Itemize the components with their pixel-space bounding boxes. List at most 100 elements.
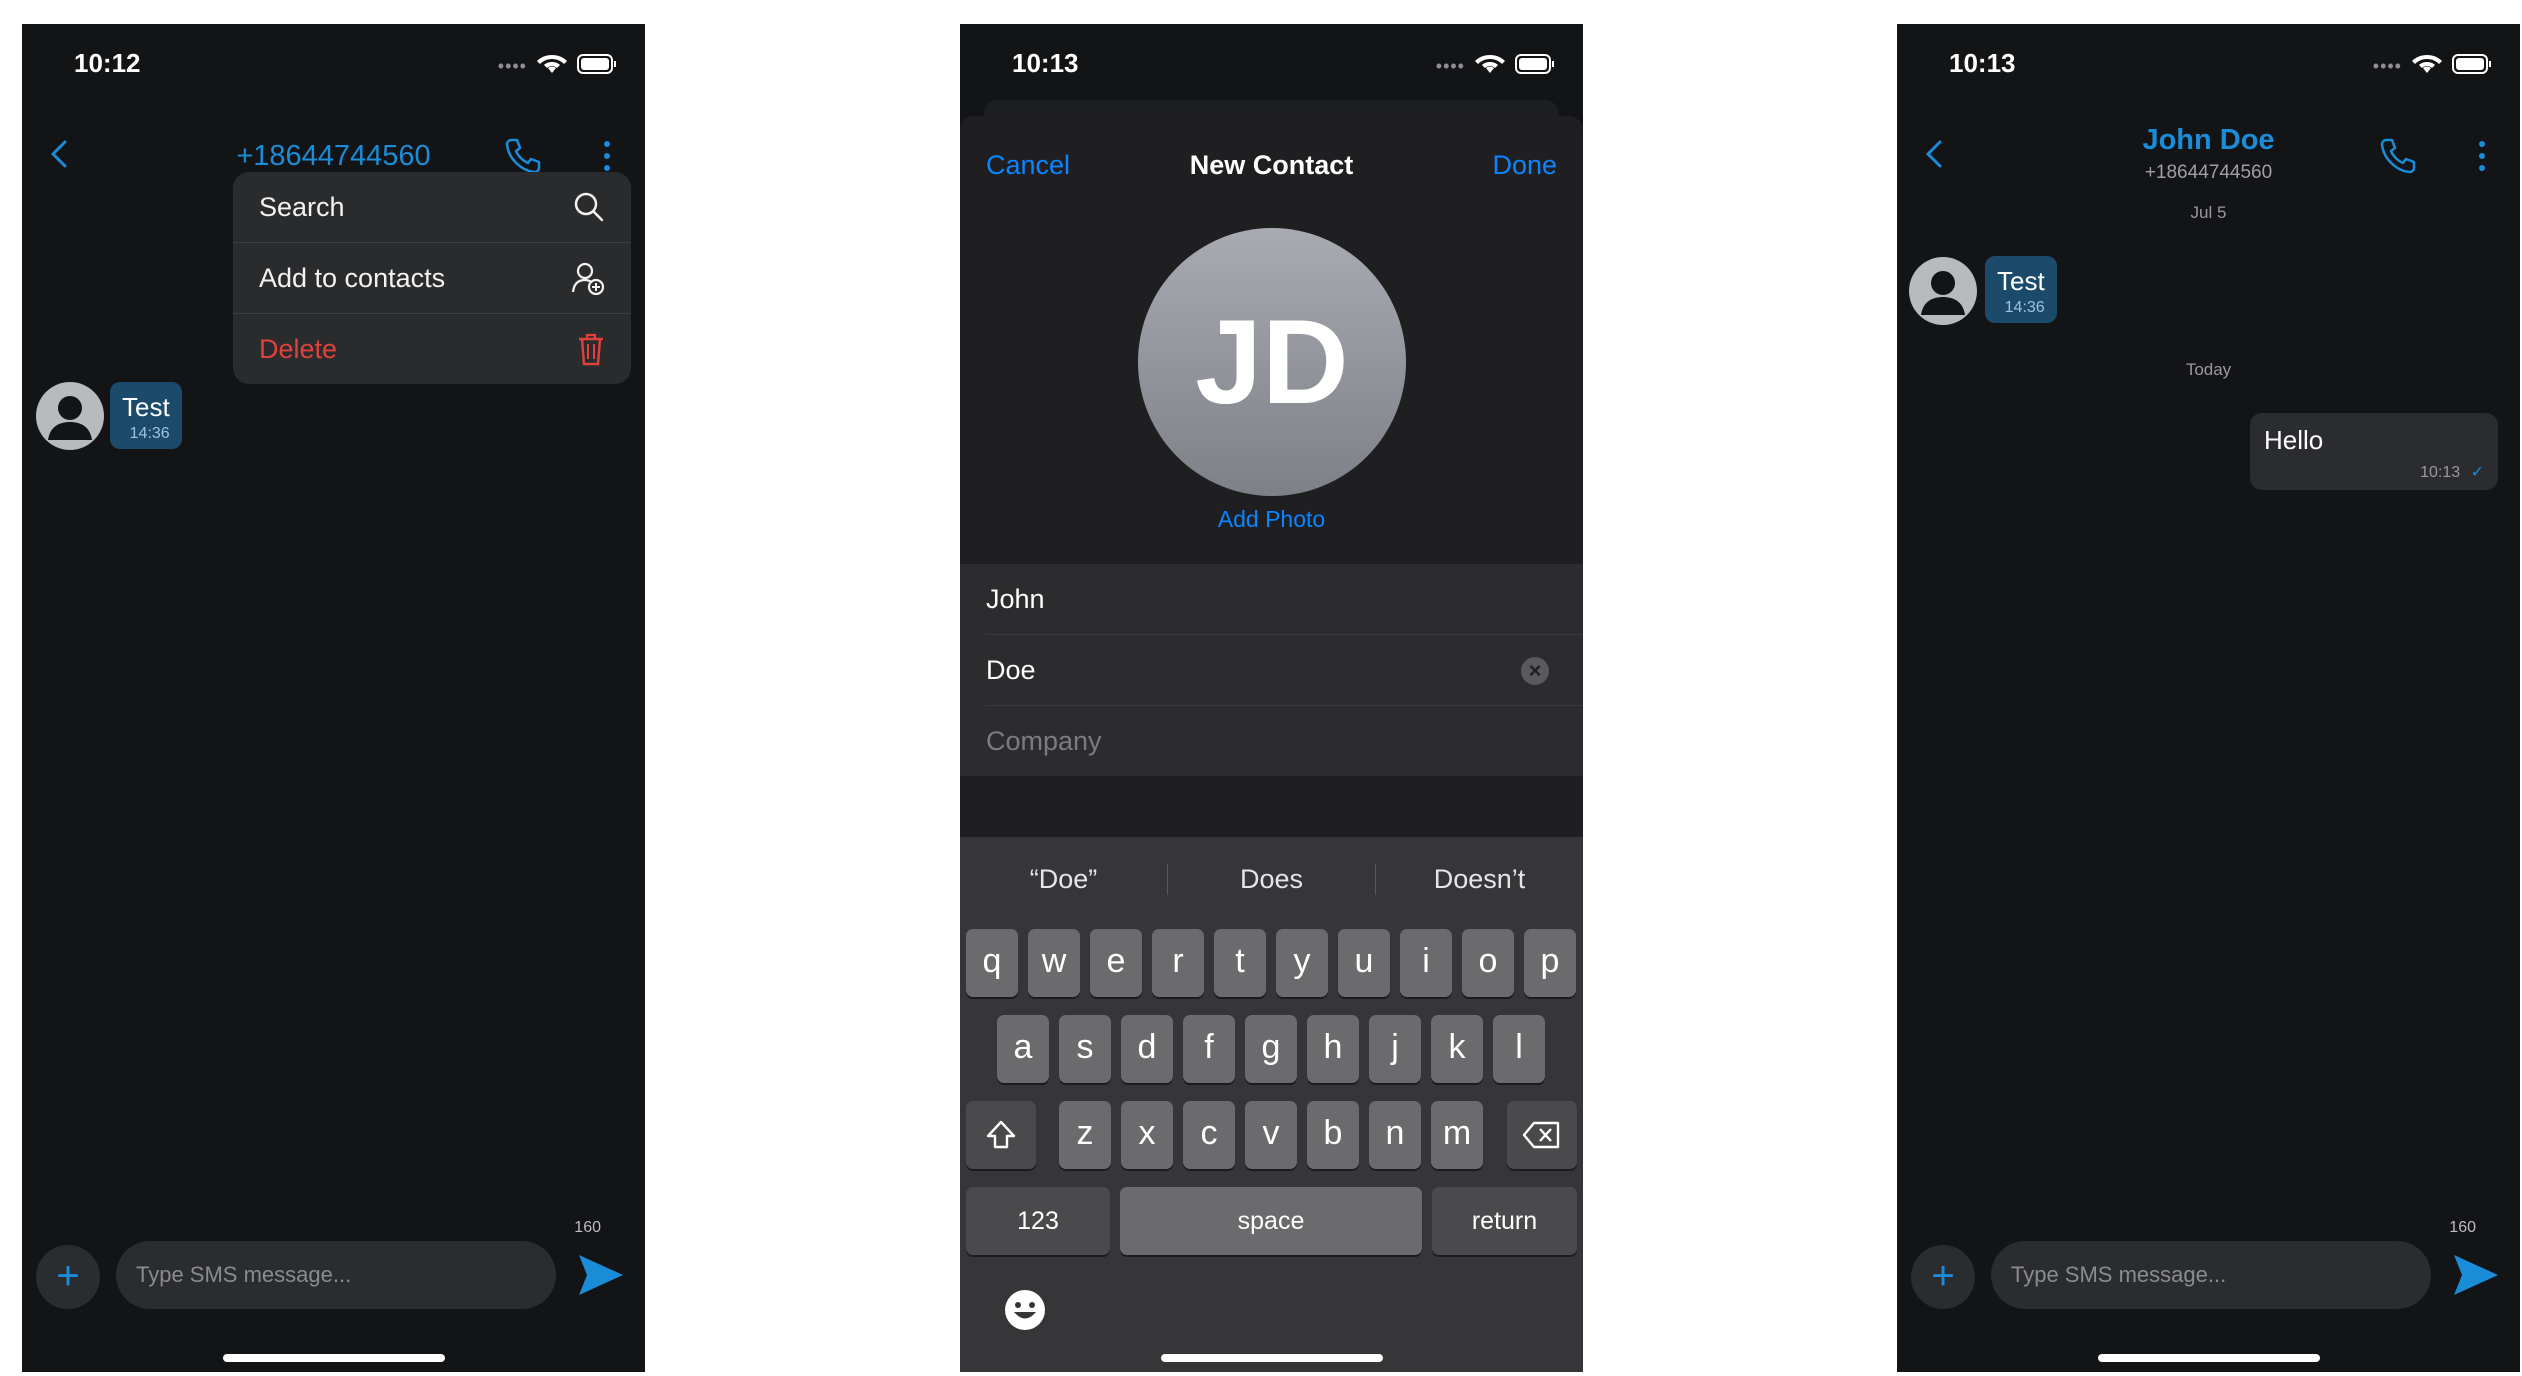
key-o[interactable]: o	[1462, 929, 1514, 997]
signal-icon: ••••	[497, 56, 527, 76]
header-phone-number: +18644744560	[2144, 162, 2273, 183]
company-field[interactable]: Company	[986, 706, 1583, 776]
key-c[interactable]: c	[1183, 1101, 1235, 1169]
menu-item-label: Add to contacts	[259, 262, 446, 293]
char-counter: 160	[574, 1219, 601, 1236]
delivered-check-icon: ✓	[2470, 464, 2484, 481]
menu-item-add-to-contacts[interactable]: Add to contacts	[233, 243, 631, 314]
key-b[interactable]: b	[1307, 1101, 1359, 1169]
screen-new-contact: 10:13 •••• Cancel New Contact Done JD Ad…	[960, 24, 1583, 1372]
add-person-icon	[571, 262, 605, 295]
char-counter: 160	[2449, 1219, 2476, 1236]
key-d[interactable]: d	[1121, 1015, 1173, 1083]
numbers-key[interactable]: 123	[966, 1187, 1110, 1255]
message-bubble[interactable]: Test 14:36	[1985, 256, 2057, 323]
page-title: New Contact	[1189, 150, 1354, 180]
key-r[interactable]: r	[1152, 929, 1204, 997]
phone-icon[interactable]	[2376, 134, 2420, 178]
message-bubble[interactable]: Test 14:36	[110, 382, 182, 449]
date-separator: Today	[2185, 360, 2232, 379]
status-time: 10:12	[74, 48, 141, 78]
status-bar: 10:12 ••••	[22, 24, 645, 104]
date-separator: Jul 5	[2190, 203, 2227, 222]
suggestion-bar: “Doe” Does Doesn’t	[960, 837, 1583, 921]
key-m[interactable]: m	[1431, 1101, 1483, 1169]
menu-item-search[interactable]: Search	[233, 172, 631, 243]
chat-header: John Doe +18644744560	[1897, 104, 2520, 214]
avatar	[1909, 257, 1977, 325]
emoji-icon[interactable]	[1002, 1287, 1048, 1333]
shift-key[interactable]	[966, 1101, 1036, 1169]
avatar	[36, 382, 104, 450]
screen-conversation-menu: 10:12 •••• +18644744560 Test 14:36 Searc…	[22, 24, 645, 1372]
sms-input[interactable]	[1991, 1241, 2431, 1309]
key-t[interactable]: t	[1214, 929, 1266, 997]
key-f[interactable]: f	[1183, 1015, 1235, 1083]
battery-icon	[577, 53, 616, 74]
wifi-icon	[537, 54, 567, 73]
battery-icon	[1515, 53, 1554, 74]
key-g[interactable]: g	[1245, 1015, 1297, 1083]
signal-icon: ••••	[1435, 56, 1465, 76]
key-q[interactable]: q	[966, 929, 1018, 997]
more-options-icon[interactable]	[2472, 134, 2492, 178]
last-name-field[interactable]: Doe ×	[986, 635, 1583, 706]
status-time: 10:13	[1949, 48, 2016, 78]
message-text: Hello	[2264, 425, 2324, 455]
key-n[interactable]: n	[1369, 1101, 1421, 1169]
message-composer: + 160	[22, 1219, 645, 1319]
suggestion-item[interactable]: Does	[1168, 863, 1376, 895]
contact-avatar[interactable]: JD	[1138, 228, 1406, 496]
key-k[interactable]: k	[1431, 1015, 1483, 1083]
key-e[interactable]: e	[1090, 929, 1142, 997]
backspace-key[interactable]	[1507, 1101, 1577, 1169]
key-a[interactable]: a	[997, 1015, 1049, 1083]
done-button[interactable]: Done	[1492, 150, 1557, 181]
key-row-1: q w e r t y u i o p	[960, 929, 1583, 997]
key-p[interactable]: p	[1524, 929, 1576, 997]
header-phone-number[interactable]: +18644744560	[22, 140, 645, 173]
status-time: 10:13	[1012, 48, 1079, 78]
contact-fields: John Doe × Company	[960, 564, 1583, 776]
key-y[interactable]: y	[1276, 929, 1328, 997]
add-attachment-button[interactable]: +	[36, 1245, 100, 1309]
shift-icon	[986, 1120, 1016, 1149]
key-z[interactable]: z	[1059, 1101, 1111, 1169]
key-u[interactable]: u	[1338, 929, 1390, 997]
last-name-value: Doe	[986, 654, 1036, 685]
clear-icon[interactable]: ×	[1521, 657, 1549, 685]
key-w[interactable]: w	[1028, 929, 1080, 997]
message-bubble-outgoing[interactable]: Hello 10:13 ✓	[2250, 413, 2498, 490]
send-icon[interactable]	[2452, 1253, 2500, 1297]
trash-icon	[579, 333, 603, 366]
key-s[interactable]: s	[1059, 1015, 1111, 1083]
key-h[interactable]: h	[1307, 1015, 1359, 1083]
message-time: 14:36	[129, 425, 170, 442]
return-key[interactable]: return	[1432, 1187, 1577, 1255]
add-attachment-button[interactable]: +	[1911, 1245, 1975, 1309]
message-text: Test	[122, 392, 170, 422]
home-indicator	[1160, 1354, 1383, 1362]
new-contact-sheet: Cancel New Contact Done JD Add Photo Joh…	[960, 116, 1583, 1372]
key-j[interactable]: j	[1369, 1015, 1421, 1083]
backspace-icon	[1522, 1121, 1560, 1149]
suggestion-item[interactable]: Doesn’t	[1376, 864, 1583, 895]
add-photo-button[interactable]: Add Photo	[960, 506, 1583, 533]
first-name-field[interactable]: John	[986, 564, 1583, 635]
send-icon[interactable]	[577, 1253, 625, 1297]
key-i[interactable]: i	[1400, 929, 1452, 997]
suggestion-item[interactable]: “Doe”	[960, 863, 1168, 895]
header-contact-name[interactable]: John Doe	[1897, 124, 2520, 157]
key-v[interactable]: v	[1245, 1101, 1297, 1169]
menu-item-delete[interactable]: Delete	[233, 314, 631, 384]
key-x[interactable]: x	[1121, 1101, 1173, 1169]
signal-icon: ••••	[2372, 56, 2402, 76]
space-key[interactable]: space	[1120, 1187, 1422, 1255]
wifi-icon	[1475, 54, 1505, 73]
home-indicator	[222, 1354, 445, 1362]
key-l[interactable]: l	[1493, 1015, 1545, 1083]
keyboard: “Doe” Does Doesn’t q w e r t y u i o p a…	[960, 837, 1583, 1372]
sms-input[interactable]	[116, 1241, 556, 1309]
status-bar: 10:13 ••••	[960, 24, 1583, 104]
message-time: 14:36	[2004, 299, 2045, 316]
